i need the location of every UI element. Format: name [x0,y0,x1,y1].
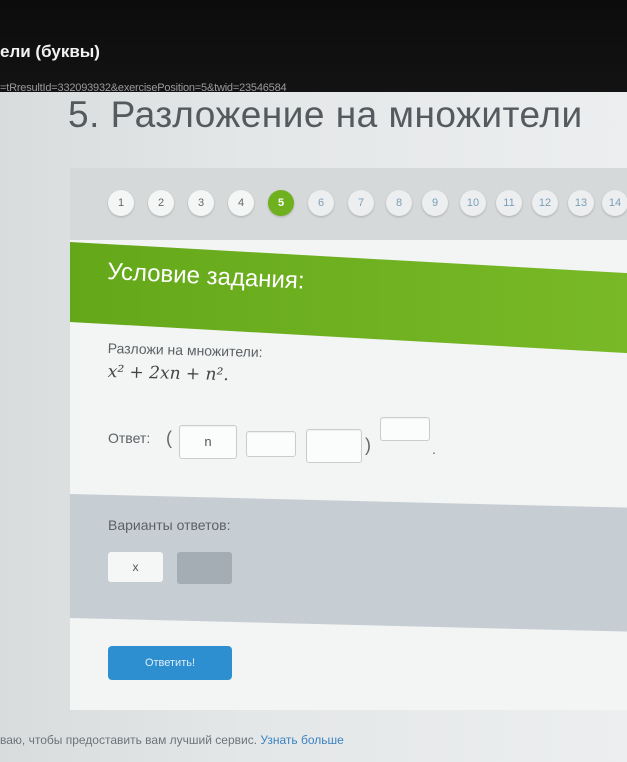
pager-item-10[interactable]: 10 [460,190,486,216]
variant-chip-empty[interactable] [177,552,232,584]
variant-chip-x[interactable]: x [108,552,163,582]
answer-slot-3[interactable] [306,429,362,463]
pager-item-14[interactable]: 14 [602,190,627,216]
pager-item-7[interactable]: 7 [348,190,374,216]
pager-item-13[interactable]: 13 [568,190,594,216]
answer-slot-1[interactable]: n [179,425,237,459]
cookie-learn-more-link[interactable]: Узнать больше [260,733,343,747]
browser-tab-title[interactable]: ели (буквы) [0,42,100,62]
answer-label: Ответ: [108,430,151,446]
pager-item-4[interactable]: 4 [228,190,254,216]
pager-item-9[interactable]: 9 [422,190,448,216]
page-title: 5. Разложение на множители [68,94,583,135]
pager-item-1[interactable]: 1 [108,190,134,216]
pager-item-6[interactable]: 6 [308,190,334,216]
exercise-pager: 1 2 3 4 5 6 7 8 9 10 11 12 13 14 [70,168,627,240]
submit-answer-button[interactable]: Ответить! [108,646,232,680]
task-formula: x² + 2xn + n². [107,362,229,386]
pager-item-12[interactable]: 12 [532,190,558,216]
answer-exponent-slot[interactable] [380,417,430,441]
answer-trailing-dot: . [432,441,436,457]
page-content: 5. Разложение на множители 1 2 3 4 5 6 7… [0,92,627,762]
pager-item-5-active[interactable]: 5 [268,190,294,216]
pager-item-8[interactable]: 8 [386,190,412,216]
answer-slot-2[interactable] [246,431,296,457]
answer-open-paren: ( [166,428,172,448]
answer-close-paren: ) [365,435,371,455]
pager-item-3[interactable]: 3 [188,190,214,216]
variants-label: Варианты ответов: [108,517,231,533]
pager-item-2[interactable]: 2 [148,190,174,216]
cookie-notice-text: ваю, чтобы предоставить вам лучший серви… [0,733,258,747]
cookie-notice: ваю, чтобы предоставить вам лучший серви… [0,733,344,747]
pager-item-11[interactable]: 11 [496,190,522,216]
